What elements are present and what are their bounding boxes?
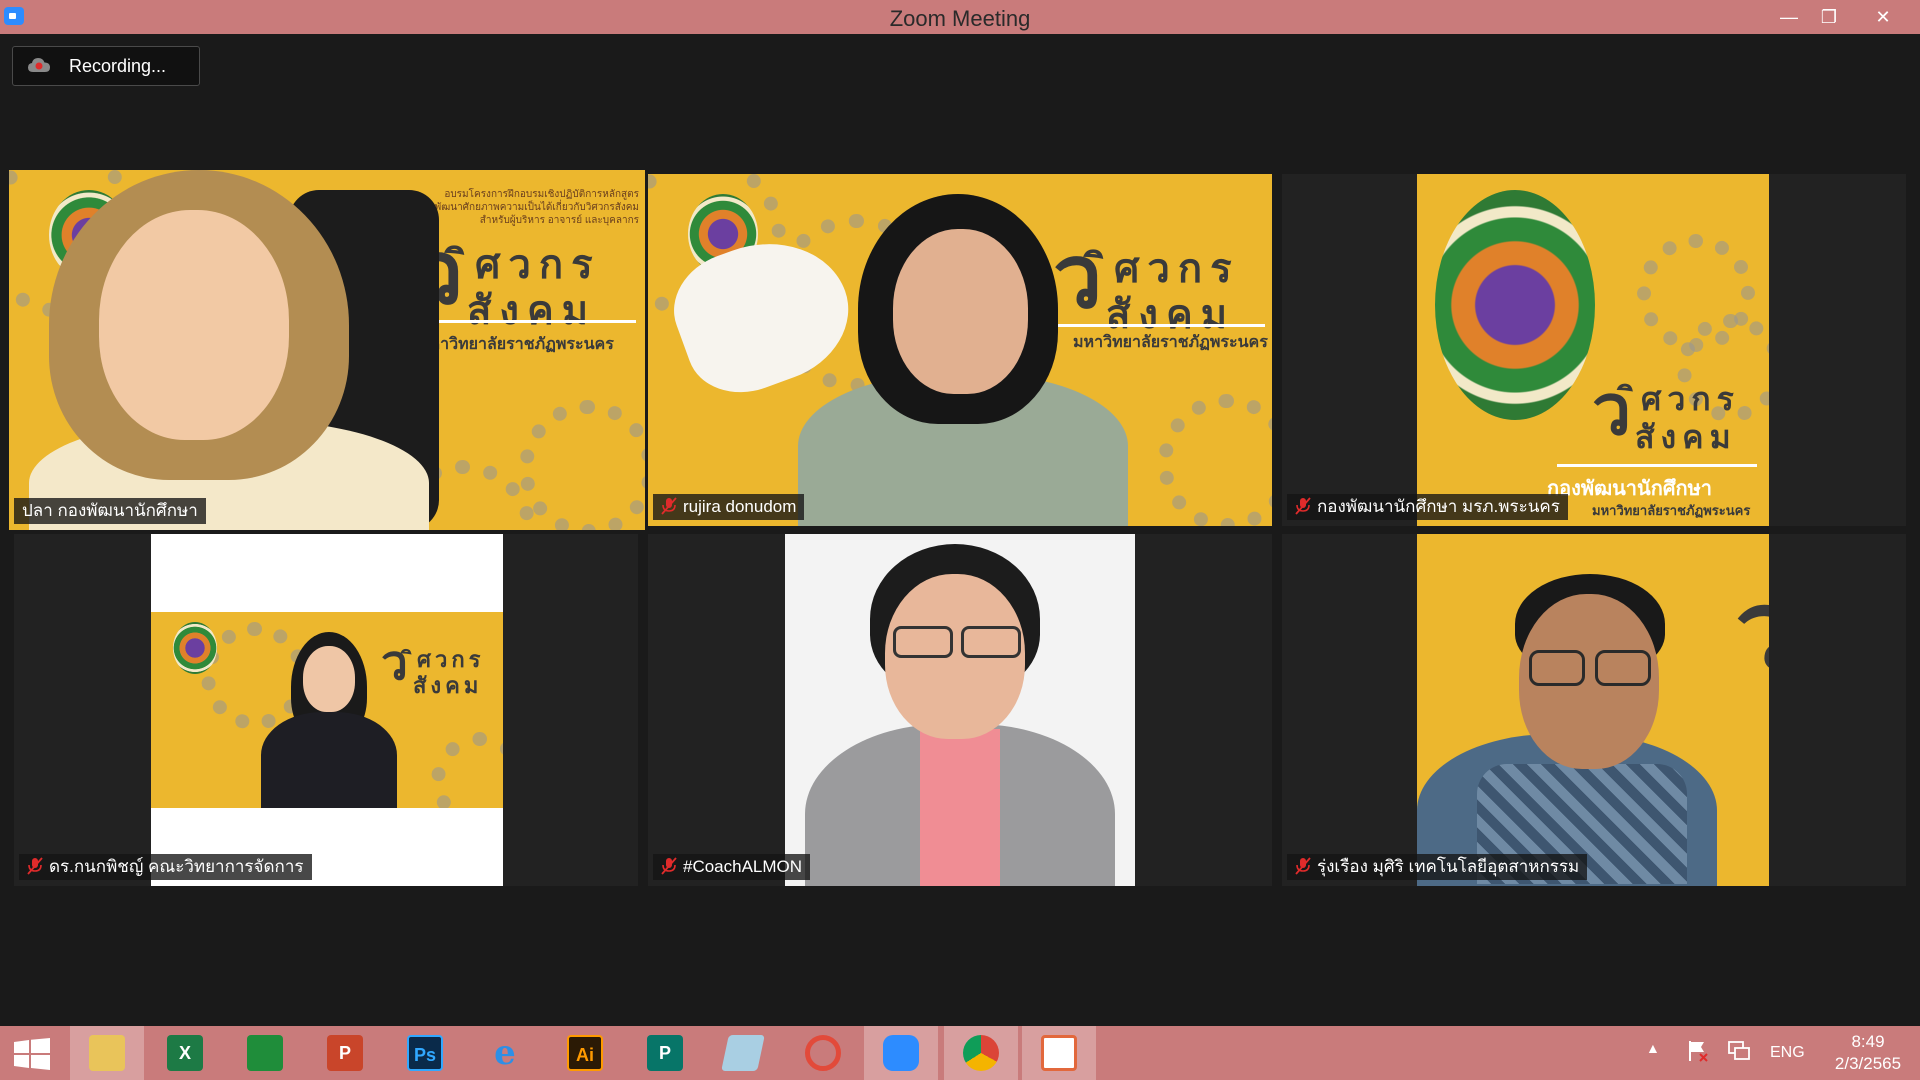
participant-name-tag: กองพัฒนานักศึกษา มรภ.พระนคร bbox=[1287, 494, 1568, 520]
participant-name: #CoachALMON bbox=[683, 857, 803, 876]
taskbar-slides-app[interactable] bbox=[1022, 1026, 1096, 1080]
participant-name: ปลา กองพัฒนานักศึกษา bbox=[22, 501, 198, 520]
photoshop-icon: Ps bbox=[407, 1035, 443, 1071]
excel-icon: X bbox=[167, 1035, 203, 1071]
taskbar-store[interactable] bbox=[228, 1026, 302, 1080]
participant-name: rujira donudom bbox=[683, 497, 797, 516]
participant-name-tag: rujira donudom bbox=[653, 494, 805, 520]
participant-video-3: ว ิศวกร สังคม กองพัฒนานักศึกษา มหาวิทยาล… bbox=[1417, 174, 1769, 526]
store-icon bbox=[247, 1035, 283, 1071]
participant-name-tag: ปลา กองพัฒนานักศึกษา bbox=[14, 498, 206, 524]
video-tile-1[interactable]: อบรมโครงการฝึกอบรมเชิงปฏิบัติการหลักสูตร… bbox=[9, 170, 645, 530]
participant-video-2 bbox=[648, 174, 1272, 526]
participant-video-5 bbox=[785, 534, 1135, 886]
cloud-recording-icon bbox=[28, 58, 50, 72]
file-explorer-icon bbox=[89, 1035, 125, 1071]
participant-video-1 bbox=[9, 170, 439, 530]
participant-name-tag: ดร.กนกพิชญ์ คณะวิทยาการจัดการ bbox=[19, 854, 312, 880]
muted-mic-icon bbox=[1295, 857, 1311, 875]
photoscape-icon bbox=[805, 1035, 841, 1071]
taskbar-powerpoint[interactable]: P bbox=[308, 1026, 382, 1080]
video-tile-2[interactable]: ว ิศวกร สังคม มหาวิทยาลัยราชภัฏพระนคร ru… bbox=[648, 174, 1272, 526]
clock-time[interactable]: 8:49 bbox=[1830, 1032, 1906, 1052]
notes-icon bbox=[721, 1035, 765, 1071]
muted-mic-icon bbox=[661, 857, 677, 875]
video-tile-3[interactable]: ว ิศวกร สังคม กองพัฒนานักศึกษา มหาวิทยาล… bbox=[1282, 174, 1906, 526]
window-title: Zoom Meeting bbox=[889, 6, 1031, 31]
muted-mic-icon bbox=[1295, 497, 1311, 515]
taskbar-zoom[interactable] bbox=[864, 1026, 938, 1080]
participant-name: ดร.กนกพิชญ์ คณะวิทยาการจัดการ bbox=[49, 857, 304, 876]
video-tile-6[interactable]: ว รุ่งเรือง มุศิริ เทคโนโลยีอุตสาหกรรม bbox=[1282, 534, 1906, 886]
show-hidden-icons-icon[interactable]: ▲ bbox=[1646, 1040, 1660, 1056]
muted-mic-icon bbox=[27, 857, 43, 875]
university-seal-icon bbox=[1435, 190, 1595, 420]
taskbar-start[interactable] bbox=[0, 1026, 74, 1080]
input-language[interactable]: ENG bbox=[1770, 1044, 1805, 1062]
windows-taskbar: X P Ps e Ai P ▲ ENG 8:49 2/3/2565 bbox=[0, 1026, 1920, 1080]
participant-name: กองพัฒนานักศึกษา มรภ.พระนคร bbox=[1317, 497, 1560, 516]
internet-explorer-icon: e bbox=[494, 1033, 516, 1073]
maximize-button[interactable]: ❐ bbox=[1806, 0, 1852, 34]
network-icon[interactable] bbox=[1728, 1041, 1750, 1061]
slides-app-icon bbox=[1041, 1035, 1077, 1071]
banner-university: มหาวิทยาลัยราชภัฏพระนคร bbox=[419, 336, 614, 353]
taskbar-chrome[interactable] bbox=[944, 1026, 1018, 1080]
close-button[interactable]: ✕ bbox=[1860, 0, 1906, 34]
recording-label: Recording... bbox=[69, 56, 167, 76]
chrome-icon bbox=[963, 1035, 999, 1071]
participant-video-6: ว bbox=[1417, 534, 1769, 886]
taskbar-photoshop[interactable]: Ps bbox=[388, 1026, 462, 1080]
recording-indicator[interactable]: Recording... bbox=[12, 46, 200, 86]
powerpoint-icon: P bbox=[327, 1035, 363, 1071]
publisher-icon: P bbox=[647, 1035, 683, 1071]
participant-name-tag: #CoachALMON bbox=[653, 854, 811, 880]
university-seal-icon bbox=[173, 622, 217, 674]
muted-mic-icon bbox=[661, 497, 677, 515]
taskbar-internet-explorer[interactable]: e bbox=[468, 1026, 542, 1080]
windows-start-icon bbox=[14, 1038, 50, 1070]
participant-video-4: ว ิศวกร สังคม bbox=[151, 534, 503, 886]
participant-name: รุ่งเรือง มุศิริ เทคโนโลยีอุตสาหกรรม bbox=[1317, 857, 1580, 876]
taskbar-publisher[interactable]: P bbox=[628, 1026, 702, 1080]
action-center-flag-icon[interactable] bbox=[1688, 1040, 1708, 1062]
title-bar: Zoom Meeting — ❐ ✕ bbox=[0, 0, 1920, 34]
taskbar-file-explorer[interactable] bbox=[70, 1026, 144, 1080]
illustrator-icon: Ai bbox=[567, 1035, 603, 1071]
clock-date[interactable]: 2/3/2565 bbox=[1824, 1054, 1912, 1074]
zoom-icon bbox=[883, 1035, 919, 1071]
video-tile-5[interactable]: #CoachALMON bbox=[648, 534, 1272, 886]
participant-name-tag: รุ่งเรือง มุศิริ เทคโนโลยีอุตสาหกรรม bbox=[1287, 854, 1588, 880]
taskbar-excel[interactable]: X bbox=[148, 1026, 222, 1080]
taskbar-notes[interactable] bbox=[706, 1026, 780, 1080]
video-tile-4[interactable]: ว ิศวกร สังคม ดร.กนกพิชญ์ คณะวิทยาการจัด… bbox=[14, 534, 638, 886]
taskbar-illustrator[interactable]: Ai bbox=[548, 1026, 622, 1080]
taskbar-photoscape[interactable] bbox=[786, 1026, 860, 1080]
